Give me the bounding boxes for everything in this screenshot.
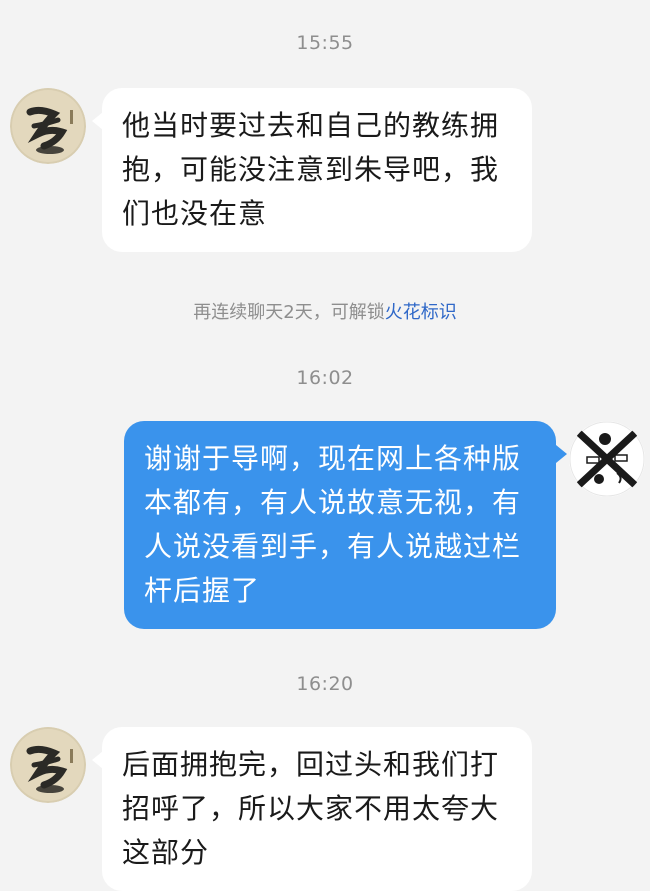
self-avatar[interactable] bbox=[569, 421, 645, 497]
message-text: 谢谢于导啊，现在网上各种版本都有，有人说故意无视，有人说没看到手，有人说越过栏杆… bbox=[144, 442, 522, 607]
contact-avatar[interactable] bbox=[10, 88, 86, 164]
message-text: 后面拥抱完，回过头和我们打招呼了，所以大家不用太夸大这部分 bbox=[122, 748, 500, 869]
spark-unlock-notice: 再连续聊天2天，可解锁火花标识 bbox=[0, 298, 650, 324]
notice-text: 再连续聊天2天，可解锁 bbox=[193, 302, 385, 323]
timestamp: 16:20 bbox=[296, 673, 354, 695]
bubble-tail bbox=[556, 445, 567, 463]
contact-avatar[interactable] bbox=[10, 727, 86, 803]
message-bubble-outgoing[interactable]: 谢谢于导啊，现在网上各种版本都有，有人说故意无视，有人说没看到手，有人说越过栏杆… bbox=[124, 421, 556, 629]
timestamp: 15:55 bbox=[296, 32, 354, 54]
calligraphy-avatar-icon bbox=[10, 727, 86, 803]
message-text: 他当时要过去和自己的教练拥抱，可能没注意到朱导吧，我们也没在意 bbox=[122, 109, 500, 230]
crossed-illustration-avatar-icon bbox=[569, 421, 645, 497]
calligraphy-avatar-icon bbox=[10, 88, 86, 164]
timestamp: 16:02 bbox=[296, 367, 354, 389]
spark-badge-link[interactable]: 火花标识 bbox=[385, 302, 457, 323]
message-bubble-incoming[interactable]: 他当时要过去和自己的教练拥抱，可能没注意到朱导吧，我们也没在意 bbox=[102, 88, 532, 252]
message-bubble-incoming[interactable]: 后面拥抱完，回过头和我们打招呼了，所以大家不用太夸大这部分 bbox=[102, 727, 532, 891]
